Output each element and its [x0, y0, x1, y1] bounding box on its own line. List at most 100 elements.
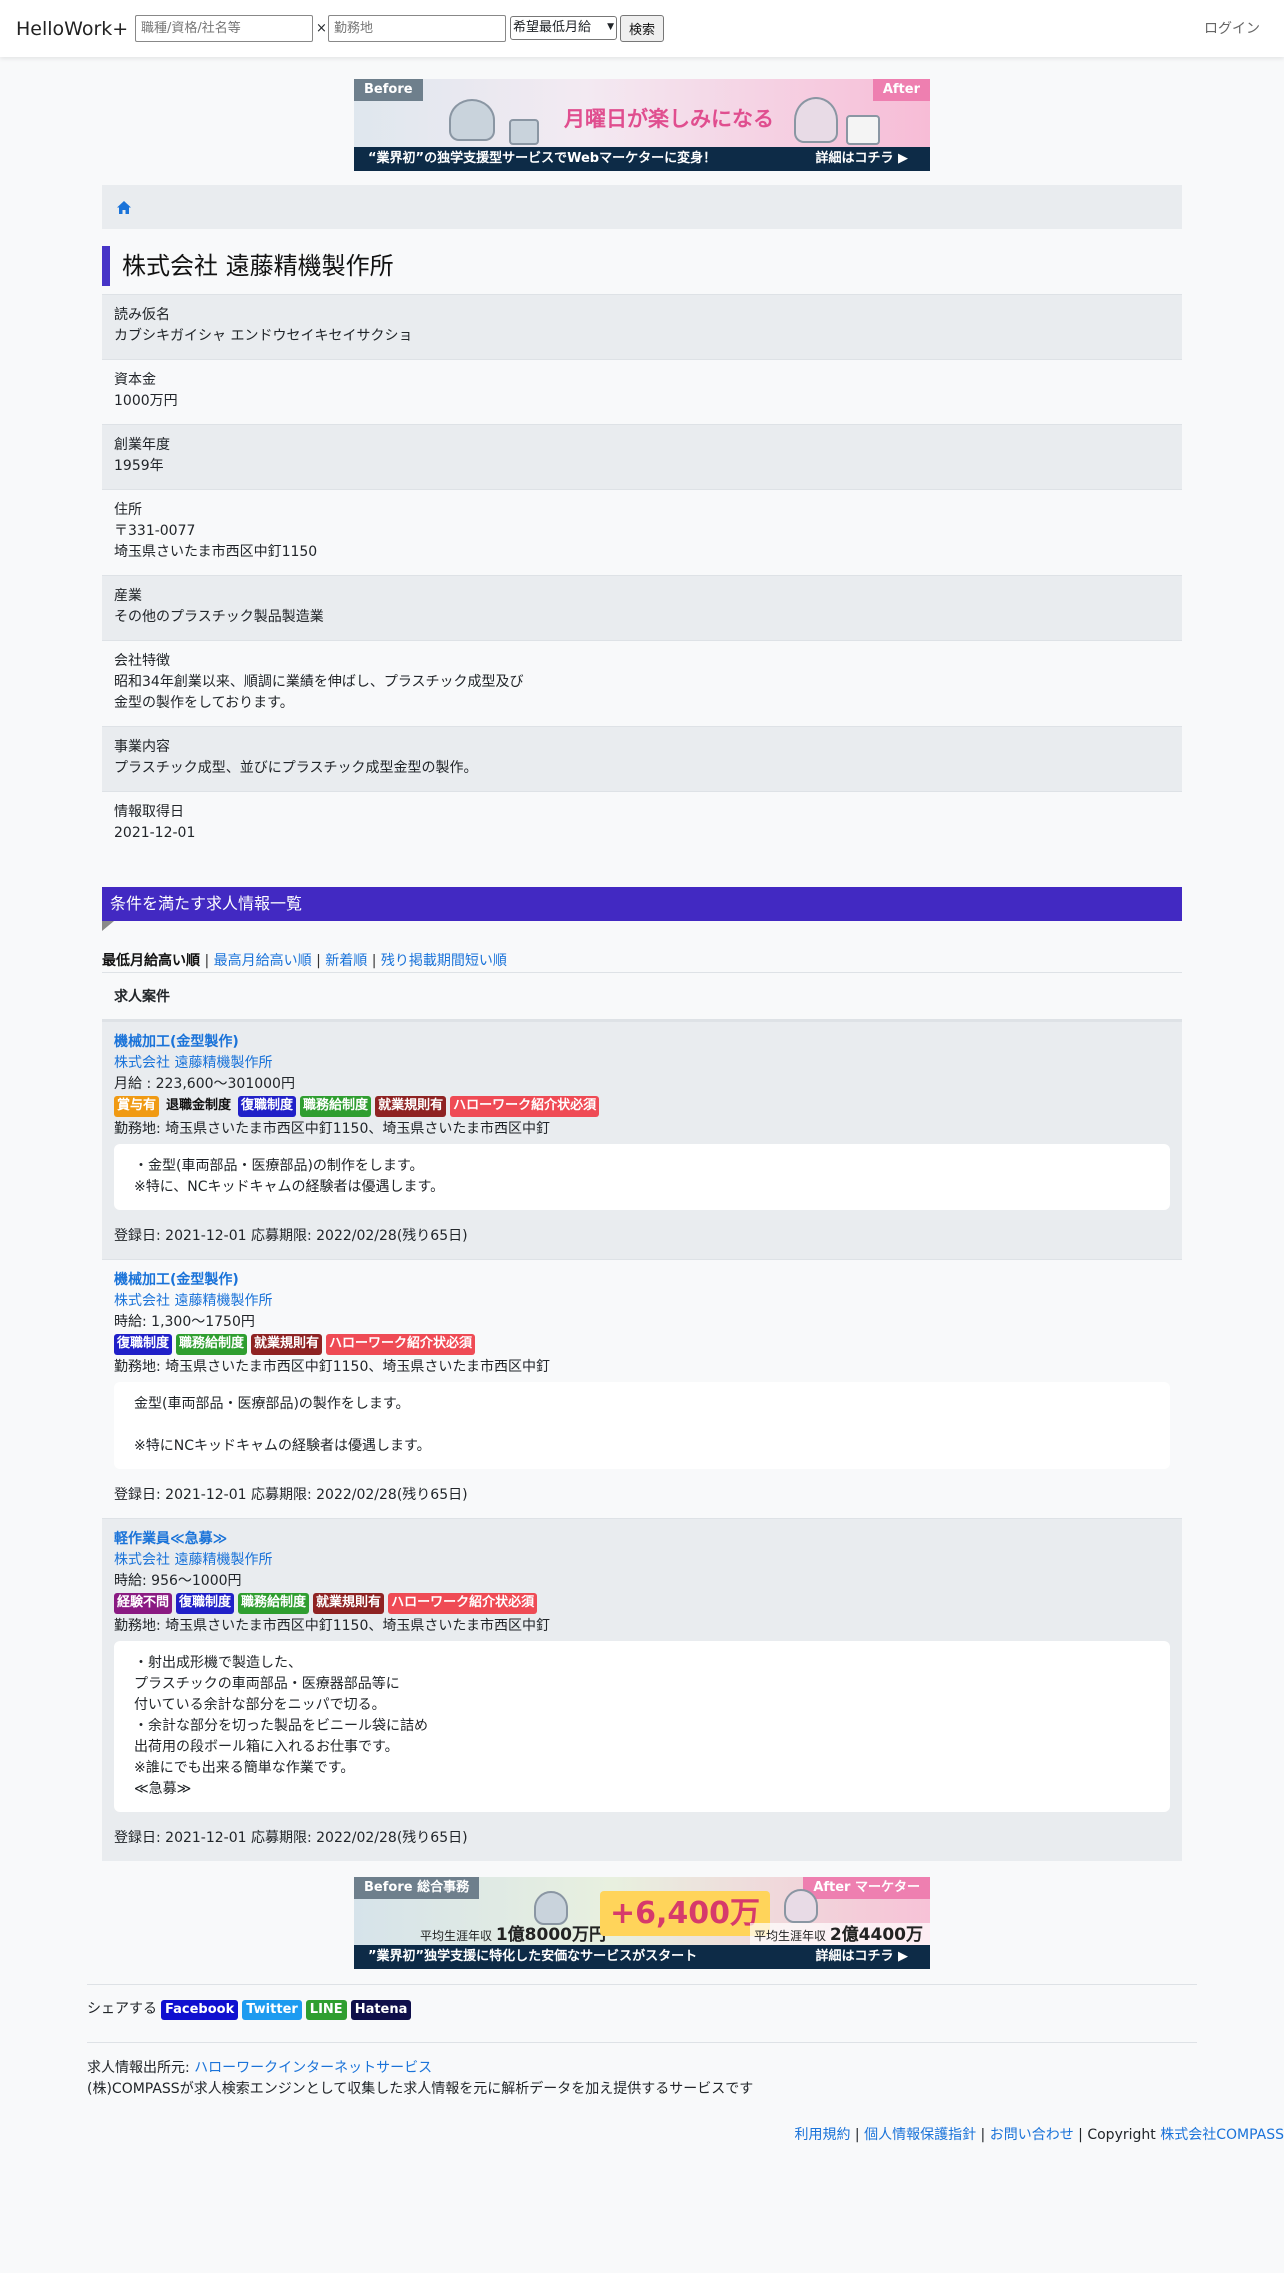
job-wage: 月給 : 223,600〜301000円 [114, 1076, 295, 1092]
jobs-table-header: 求人案件 [102, 973, 1182, 1021]
jobs-list: 機械加工(金型製作) 株式会社 遠藤精機製作所 月給 : 223,600〜30100… [102, 1021, 1182, 1861]
monitor-illustration-icon [846, 115, 880, 145]
sort-max-salary-link[interactable]: 最高月給高い順 [214, 953, 312, 969]
copyright-text: Copyright [1087, 2127, 1156, 2143]
laptop-illustration-icon [509, 119, 539, 145]
job-location: 勤務地: 埼玉県さいたま市西区中釘1150、埼玉県さいたま市西区中釘 [114, 1618, 550, 1634]
job-badge: 復職制度 [238, 1096, 297, 1117]
job-description: ・射出成形機で製造した、 プラスチックの車両部品・医療器部品等に 付いている余計… [114, 1641, 1170, 1812]
job-badge: 復職制度 [176, 1593, 235, 1614]
sort-min-salary-active: 最低月給高い順 [102, 953, 200, 969]
source-label: 求人情報出所元: [87, 2060, 195, 2076]
company-info-value: 〒331-0077 埼玉県さいたま市西区中釘1150 [114, 523, 318, 560]
sort-newest-link[interactable]: 新着順 [325, 953, 367, 969]
job-badge: 復職制度 [114, 1334, 173, 1355]
login-link[interactable]: ログイン [1204, 19, 1260, 40]
contact-link[interactable]: お問い合わせ [990, 2127, 1074, 2143]
source-description: (株)COMPASSが求人検索エンジンとして収集した求人情報を元に解析データを加… [87, 2081, 754, 2097]
banner-footer: “業界初”の独学支援型サービスでWebマーケターに変身！ 詳細はコチラ ▶ [354, 147, 930, 171]
company-info-label: 事業内容 [114, 739, 170, 755]
top-navbar: HelloWork+ × 希望最低月給 ▼ 検索 ログイン [0, 0, 1284, 57]
banner-plus-amount: +6,400万 [600, 1891, 771, 1936]
location-search-input[interactable] [328, 15, 506, 42]
job-badges: 復職制度 職務給制度 就業規則有 ハローワーク紹介状必須 [114, 1334, 1170, 1355]
banner-after-tag: After [872, 79, 930, 101]
job-badge: 賞与有 [114, 1096, 160, 1117]
job-listing: 軽作業員≪急募≫ 株式会社 遠藤精機製作所時給: 956〜1000円経験不問 復職制… [102, 1518, 1182, 1861]
job-badge: 就業規則有 [251, 1334, 323, 1355]
company-info-value: プラスチック成型、並びにプラスチック成型金型の製作。 [114, 760, 478, 776]
company-info-row: 情報取得日 2021-12-01 [102, 791, 1182, 856]
banner-footer-text: “業界初”の独学支援型サービスでWebマーケターに変身！ [368, 151, 717, 166]
banner-headline: 月曜日が楽しみになる [564, 107, 774, 131]
job-wage: 時給: 956〜1000円 [114, 1573, 242, 1589]
job-badge: ハローワーク紹介状必須 [450, 1096, 600, 1117]
company-info-label: 創業年度 [114, 437, 170, 453]
company-info-row: 会社特徴 昭和34年創業以来、順調に業績を伸ばし、プラスチック成型及び 金型の製作… [102, 640, 1182, 726]
hellowork-internet-link[interactable]: ハローワークインターネットサービス [194, 2060, 432, 2076]
job-company-link[interactable]: 株式会社 遠藤精機製作所 [114, 1550, 1170, 1571]
search-button[interactable]: 検索 [620, 15, 664, 42]
brand-logo[interactable]: HelloWork+ [16, 15, 128, 44]
share-line-button[interactable]: LINE [305, 1999, 347, 2020]
job-dates: 登録日: 2021-12-01 応募期限: 2022/02/28(残り65日) [114, 1228, 468, 1244]
company-info-row: 読み仮名 カブシキガイシャ エンドウセイキセイサクショ [102, 294, 1182, 359]
job-title-link[interactable]: 機械加工(金型製作) [114, 1270, 1170, 1291]
job-badge: 職務給制度 [300, 1096, 372, 1117]
person-illustration-icon [794, 97, 838, 143]
person-illustration-icon [449, 99, 495, 141]
ad-banner-bottom[interactable]: Before 総合事務 After マーケター 平均生涯年収 1億8000万円 … [354, 1877, 930, 1969]
sort-bar: 最低月給高い順 | 最高月給高い順 | 新着順 | 残り掲載期間短い順 [102, 953, 507, 969]
min-salary-select[interactable]: 希望最低月給 ▼ [510, 16, 617, 40]
share-facebook-button[interactable]: Facebook [161, 1999, 239, 2020]
job-badge: ハローワーク紹介状必須 [326, 1334, 476, 1355]
job-title-link[interactable]: 軽作業員≪急募≫ [114, 1529, 1170, 1550]
company-info-label: 住所 [114, 502, 142, 518]
job-badge: 退職金制度 [166, 1098, 232, 1113]
job-wage: 時給: 1,300〜1750円 [114, 1314, 255, 1330]
company-info-row: 事業内容プラスチック成型、並びにプラスチック成型金型の製作。 [102, 726, 1182, 791]
job-badges: 経験不問 復職制度 職務給制度 就業規則有 ハローワーク紹介状必須 [114, 1593, 1170, 1614]
breadcrumb [102, 185, 1182, 229]
company-info-label: 読み仮名 [114, 307, 170, 323]
person-illustration-icon [784, 1889, 818, 1923]
job-badge: ハローワーク紹介状必須 [388, 1593, 538, 1614]
company-info-label: 情報取得日 [114, 804, 184, 820]
company-info-row: 住所〒331-0077 埼玉県さいたま市西区中釘1150 [102, 489, 1182, 575]
share-hatena-button[interactable]: Hatena [350, 1999, 412, 2020]
share-bar: シェアする Facebook Twitter LINE Hatena [87, 1999, 412, 2020]
privacy-link[interactable]: 個人情報保護指針 [864, 2127, 976, 2143]
banner-after-tag: After マーケター [803, 1877, 930, 1899]
job-title-link[interactable]: 機械加工(金型製作) [114, 1032, 1170, 1053]
banner-more-link[interactable]: 詳細はコチラ ▶ [815, 1945, 908, 1969]
banner-footer-text: ”業界初”独学支援に特化した安価なサービスがスタート [368, 1949, 698, 1964]
chevron-down-icon: ▼ [607, 22, 614, 33]
footer-links: 利用規約 | 個人情報保護指針 | お問い合わせ | Copyright 株式会… [794, 2127, 1284, 2143]
company-info-list: 読み仮名 カブシキガイシャ エンドウセイキセイサクショ 資本金 1000万円 創業年度 1… [102, 294, 1182, 856]
sort-remaining-link[interactable]: 残り掲載期間短い順 [381, 953, 507, 969]
keyword-search-input[interactable] [135, 15, 313, 42]
company-info-value: 2021-12-01 [114, 825, 196, 841]
company-info-label: 資本金 [114, 372, 156, 388]
job-description: ・金型(車両部品・医療部品)の制作をします。 ※特に、NCキッドキャムの経験者は… [114, 1144, 1170, 1210]
job-company-link[interactable]: 株式会社 遠藤精機製作所 [114, 1291, 1170, 1312]
share-label: シェアする [87, 2001, 157, 2017]
job-badge: 職務給制度 [238, 1593, 310, 1614]
banner-more-link[interactable]: 詳細はコチラ ▶ [815, 147, 908, 171]
banner-before-tag: Before [354, 79, 423, 101]
divider [87, 2042, 1197, 2043]
share-twitter-button[interactable]: Twitter [242, 1999, 302, 2020]
job-badge: 職務給制度 [176, 1334, 248, 1355]
ad-banner-top[interactable]: Before After 月曜日が楽しみになる “業界初”の独学支援型サービスで… [354, 79, 930, 171]
terms-link[interactable]: 利用規約 [794, 2127, 850, 2143]
home-icon[interactable] [116, 200, 132, 215]
company-info-value: その他のプラスチック製品製造業 [114, 609, 324, 625]
company-info-row: 産業 その他のプラスチック製品製造業 [102, 575, 1182, 640]
compass-company-link[interactable]: 株式会社COMPASS [1160, 2127, 1284, 2143]
job-listing: 機械加工(金型製作) 株式会社 遠藤精機製作所時給: 1,300〜1750円復職制… [102, 1259, 1182, 1518]
person-illustration-icon [534, 1891, 568, 1925]
banner-before-tag: Before 総合事務 [354, 1877, 480, 1899]
job-company-link[interactable]: 株式会社 遠藤精機製作所 [114, 1053, 1170, 1074]
job-badge: 就業規則有 [375, 1096, 447, 1117]
job-location: 勤務地: 埼玉県さいたま市西区中釘1150、埼玉県さいたま市西区中釘 [114, 1359, 550, 1375]
